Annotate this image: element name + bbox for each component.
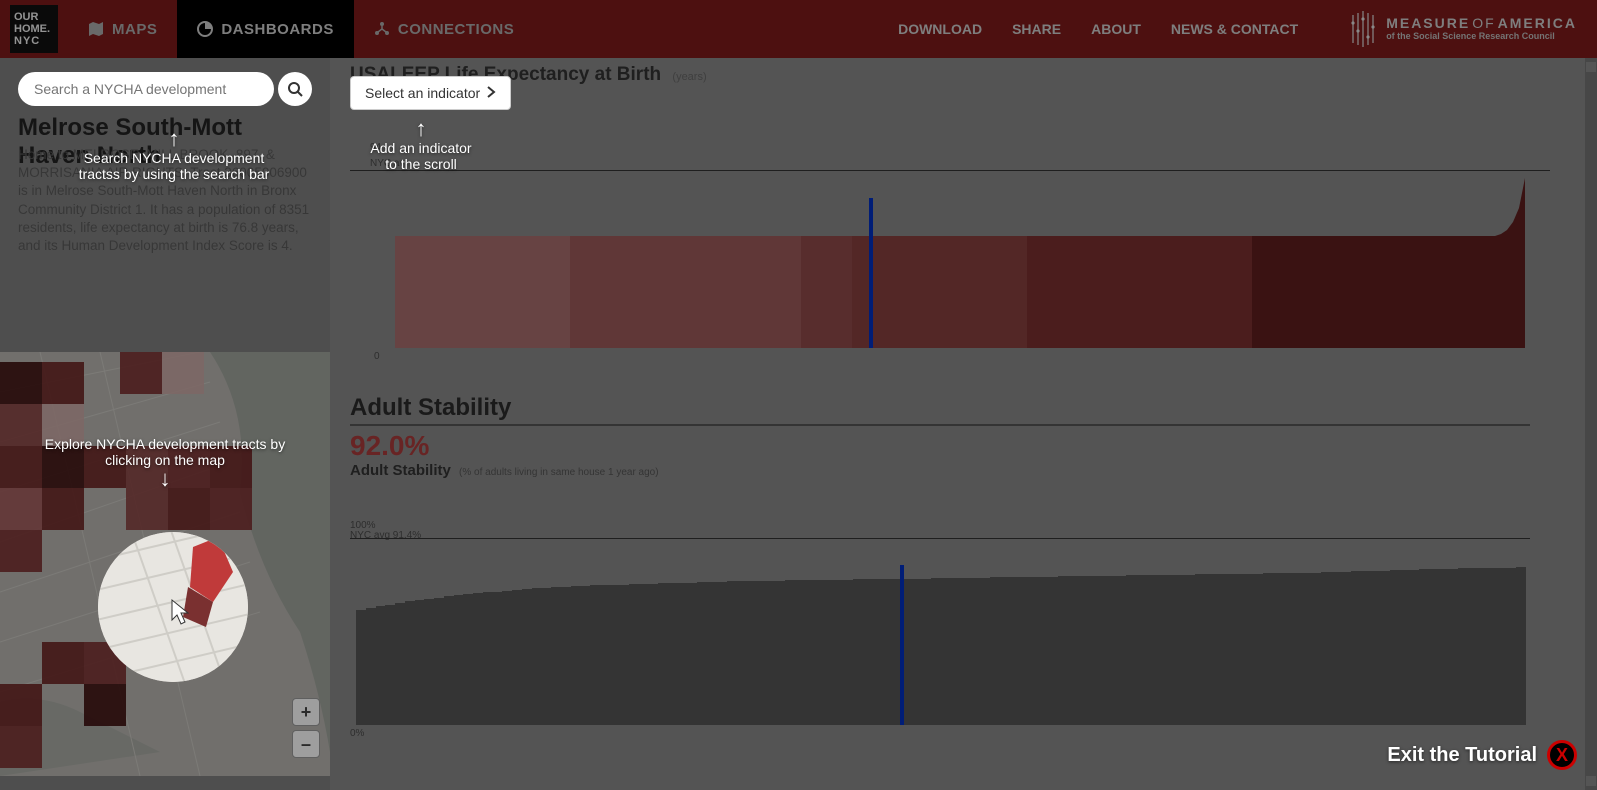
chevron-right-icon <box>486 85 496 101</box>
link-news-contact[interactable]: NEWS & CONTACT <box>1171 21 1298 37</box>
nav-maps[interactable]: MAPS <box>68 0 177 58</box>
nav-connections-label: CONNECTIONS <box>398 21 514 38</box>
tutorial-search-tip-text: Search NYCHA development tractss by usin… <box>64 150 284 182</box>
down-arrow-icon: ↓ <box>40 468 290 490</box>
moa-word-1: MEASURE <box>1386 15 1470 31</box>
chart2-avg-line <box>350 538 1530 539</box>
chart2-sub: Adult Stability (% of adults living in s… <box>350 462 1550 479</box>
chart2-sub-text: Adult Stability <box>350 462 451 479</box>
moa-word-3: AMERICA <box>1498 15 1577 31</box>
tutorial-search-tip: ↑ Search NYCHA development tractss by us… <box>64 128 284 182</box>
close-icon[interactable]: X <box>1547 740 1577 770</box>
nav-dashboards-label: DASHBOARDS <box>221 21 334 38</box>
search-input[interactable] <box>18 72 274 106</box>
main-content: USALEEP Life Expectancy at Birth (years)… <box>330 58 1597 790</box>
search-icon <box>287 81 303 97</box>
chart2-ymin: 0% <box>350 728 364 739</box>
moa-text: MEASUREOFAMERICA of the Social Science R… <box>1386 16 1577 41</box>
header-right: DOWNLOAD SHARE ABOUT NEWS & CONTACT MEAS… <box>898 11 1597 47</box>
map-panel[interactable]: + – <box>0 352 330 776</box>
moa-subtitle: of the Social Science Research Council <box>1386 32 1577 42</box>
select-indicator-label: Select an indicator <box>365 85 480 101</box>
link-share[interactable]: SHARE <box>1012 21 1061 37</box>
zoom-in-button[interactable]: + <box>292 698 320 726</box>
cursor-icon <box>170 598 190 626</box>
primary-nav: MAPS DASHBOARDS CONNECTIONS <box>68 0 534 58</box>
logo-line-1: OUR <box>14 11 38 23</box>
app-header: OUR HOME. NYC MAPS DASHBOARDS CONNECTION… <box>0 0 1597 58</box>
chart2-sub-unit: (% of adults living in same house 1 year… <box>459 467 659 478</box>
chart1-ymin: 0 <box>374 351 380 362</box>
logo-line-3: NYC <box>14 35 40 47</box>
chart1: 94 NYC av 0 <box>350 122 1550 362</box>
nav-connections[interactable]: CONNECTIONS <box>354 0 534 58</box>
logo-line-2: HOME. <box>14 23 50 35</box>
chart2-nycavg: NYC avg 91.4% <box>350 530 421 541</box>
tutorial-indicator-tip-l1: Add an indicator <box>366 140 476 156</box>
measure-of-america-logo[interactable]: MEASUREOFAMERICA of the Social Science R… <box>1348 11 1577 47</box>
chart1-unit: (years) <box>672 71 706 83</box>
tutorial-indicator-tip-l2: to the scroll <box>366 156 476 172</box>
pie-icon <box>197 21 213 37</box>
chart2-bars[interactable] <box>356 555 1526 725</box>
exit-tutorial-button[interactable]: Exit the Tutorial X <box>1387 740 1577 770</box>
chart1-highlight <box>869 198 873 348</box>
zoom-out-button[interactable]: – <box>292 730 320 758</box>
network-icon <box>374 21 390 37</box>
chart2-highlight <box>900 565 904 725</box>
chart2: 100% NYC avg 91.4% 0% <box>350 520 1550 735</box>
nav-maps-label: MAPS <box>112 21 157 38</box>
link-download[interactable]: DOWNLOAD <box>898 21 982 37</box>
moa-word-2: OF <box>1472 15 1495 31</box>
chart2-value: 92.0% <box>350 430 1550 462</box>
select-indicator-button[interactable]: Select an indicator <box>350 76 511 110</box>
nav-dashboards[interactable]: DASHBOARDS <box>177 0 354 58</box>
section-adult-stability: Adult Stability 92.0% Adult Stability (%… <box>350 394 1550 479</box>
tutorial-map-tip-text: Explore NYCHA development tracts by clic… <box>40 436 290 468</box>
search-wrap <box>18 72 312 106</box>
map-icon <box>88 21 104 37</box>
scroll-up-icon[interactable] <box>1586 62 1596 72</box>
moa-mark-icon <box>1348 11 1378 47</box>
tutorial-map-tip: Explore NYCHA development tracts by clic… <box>40 436 290 490</box>
link-about[interactable]: ABOUT <box>1091 21 1141 37</box>
app-logo[interactable]: OUR HOME. NYC <box>10 5 58 53</box>
chart2-title: Adult Stability <box>350 394 1530 426</box>
tutorial-indicator-tip: ↑ Add an indicator to the scroll <box>366 118 476 172</box>
chart1-bars[interactable] <box>395 168 1523 348</box>
up-arrow-icon: ↑ <box>366 118 476 140</box>
vertical-scrollbar[interactable] <box>1585 58 1597 790</box>
up-arrow-icon: ↑ <box>64 128 284 150</box>
zoom-controls: + – <box>292 698 320 758</box>
exit-tutorial-label: Exit the Tutorial <box>1387 744 1537 767</box>
scroll-down-icon[interactable] <box>1586 776 1596 786</box>
search-button[interactable] <box>278 72 312 106</box>
